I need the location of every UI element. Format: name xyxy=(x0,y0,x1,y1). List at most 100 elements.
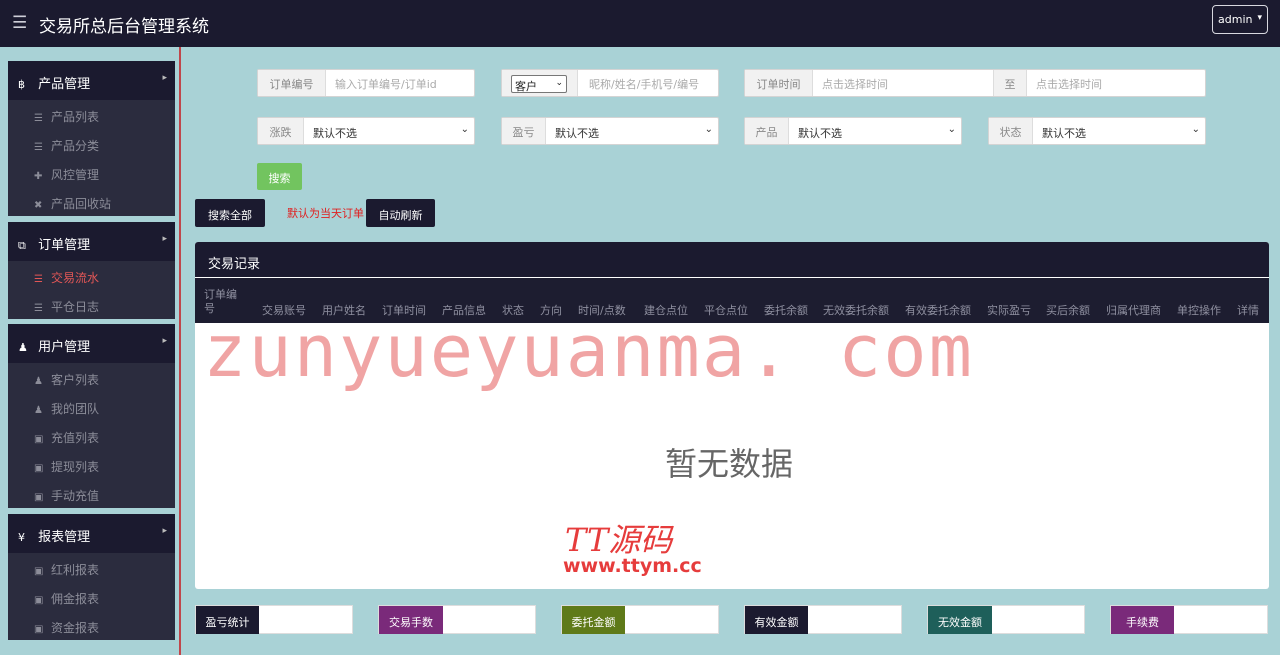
sidebar-item-dividend-report[interactable]: ▣ 红利报表 xyxy=(8,553,175,582)
product-filter: 产品 默认不选 ⌄ xyxy=(744,117,962,145)
watermark-text: zunyueyuanma. com xyxy=(203,309,974,393)
sidebar-item-product-list[interactable]: ☰ 产品列表 xyxy=(8,100,175,129)
group-label: 用户管理 xyxy=(38,340,91,355)
stat-value xyxy=(258,606,352,634)
rise-fall-filter: 涨跌 默认不选 ⌄ xyxy=(257,117,475,145)
sidebar-item-customer-list[interactable]: ♟ 客户列表 xyxy=(8,363,175,392)
search-button[interactable]: 搜索 xyxy=(257,163,302,190)
status-label: 状态 xyxy=(989,118,1033,144)
stat-value xyxy=(991,606,1084,634)
sidebar-group-header-orders[interactable]: ⧉ 订单管理 ▸ xyxy=(8,222,175,261)
sidebar-group-header-reports[interactable]: ¥ 报表管理 ▸ xyxy=(8,514,175,553)
item-label: 平仓日志 xyxy=(51,300,100,314)
sidebar-group-reports: ¥ 报表管理 ▸ ▣ 红利报表 ▣ 佣金报表 ▣ 资金报表 xyxy=(8,514,175,640)
product-value: 默认不选 xyxy=(798,127,842,140)
sidebar-item-product-recycle[interactable]: ✖ 产品回收站 xyxy=(8,187,175,216)
list-icon: ☰ xyxy=(34,274,43,285)
chevron-right-icon: ▸ xyxy=(162,336,167,346)
app-title: 交易所总后台管理系统 xyxy=(39,17,209,37)
tt-logo-url: www.ttym.cc xyxy=(563,555,702,577)
group-label: 订单管理 xyxy=(38,238,91,253)
stat-label: 委托金额 xyxy=(562,606,625,634)
order-time-start-input[interactable]: 点击选择时间 xyxy=(814,70,992,96)
trade-records-panel: 交易记录 订单编号 交易账号 用户姓名 订单时间 产品信息 状态 方向 时间/点… xyxy=(195,242,1269,589)
item-label: 手动充值 xyxy=(51,489,100,503)
order-no-label: 订单编号 xyxy=(258,70,326,96)
auto-refresh-button[interactable]: 自动刷新 xyxy=(366,199,435,227)
chevron-right-icon: ▸ xyxy=(162,526,167,536)
stat-lots: 交易手数 xyxy=(378,605,536,634)
chevron-down-icon: ⌄ xyxy=(704,124,713,135)
hamburger-menu-icon[interactable]: ☰ xyxy=(12,13,27,33)
status-value: 默认不选 xyxy=(1042,127,1086,140)
user-menu-button[interactable]: admin ▾ xyxy=(1212,5,1268,34)
group-label: 报表管理 xyxy=(38,530,91,545)
stat-label: 交易手数 xyxy=(379,606,443,634)
stat-value xyxy=(442,606,535,634)
item-label: 产品列表 xyxy=(51,110,100,124)
sidebar-item-recharge-list[interactable]: ▣ 充值列表 xyxy=(8,421,175,450)
stat-valid-amount: 有效金额 xyxy=(744,605,902,634)
sidebar-item-withdraw-list[interactable]: ▣ 提现列表 xyxy=(8,450,175,479)
sidebar-item-close-log[interactable]: ☰ 平仓日志 xyxy=(8,290,175,319)
chevron-right-icon: ▸ xyxy=(162,73,167,83)
stat-fee: 手续费 xyxy=(1110,605,1268,634)
sidebar-item-fund-report[interactable]: ▣ 资金报表 xyxy=(8,611,175,640)
move-icon: ✚ xyxy=(34,171,43,182)
yen-icon: ¥ xyxy=(18,531,25,544)
profit-label: 盈亏 xyxy=(502,118,546,144)
product-select[interactable]: 默认不选 ⌄ xyxy=(790,118,962,144)
money-icon: ▣ xyxy=(34,595,44,606)
customer-search-input[interactable]: 昵称/姓名/手机号/编号 xyxy=(581,70,719,96)
list-icon: ☰ xyxy=(34,113,43,124)
sidebar-group-header-users[interactable]: ♟ 用户管理 ▸ xyxy=(8,324,175,363)
search-all-button[interactable]: 搜索全部 xyxy=(195,199,265,227)
column-header: 详情 xyxy=(1237,304,1259,317)
item-label: 产品分类 xyxy=(51,139,100,153)
rise-fall-select[interactable]: 默认不选 ⌄ xyxy=(305,118,475,144)
stat-profit: 盈亏统计 xyxy=(195,605,353,634)
order-time-label: 订单时间 xyxy=(745,70,813,96)
customer-type-select[interactable]: 客户 ⌄ xyxy=(511,75,567,93)
sidebar-group-orders: ⧉ 订单管理 ▸ ☰ 交易流水 ☰ 平仓日志 xyxy=(8,222,175,319)
stat-entrust-amount: 委托金额 xyxy=(561,605,719,634)
money-icon: ▣ xyxy=(34,566,44,577)
chevron-down-icon: ⌄ xyxy=(555,78,563,88)
sidebar-group-header-products[interactable]: ฿ 产品管理 ▸ xyxy=(8,61,175,100)
order-no-filter: 订单编号 输入订单编号/订单id xyxy=(257,69,475,97)
sidebar-item-my-team[interactable]: ♟ 我的团队 xyxy=(8,392,175,421)
stat-value xyxy=(624,606,718,634)
rise-fall-value: 默认不选 xyxy=(313,127,357,140)
column-header: 单控操作 xyxy=(1177,304,1221,317)
list-icon: ☰ xyxy=(34,142,43,153)
customer-select-wrap: 客户 ⌄ xyxy=(502,70,578,96)
panel-title: 交易记录 xyxy=(195,242,1269,277)
order-time-to-label: 至 xyxy=(993,70,1027,96)
sidebar-group-products: ฿ 产品管理 ▸ ☰ 产品列表 ☰ 产品分类 ✚ 风控管理 ✖ 产品回收站 xyxy=(8,61,175,216)
order-time-end-input[interactable]: 点击选择时间 xyxy=(1028,70,1206,96)
customer-filter: 客户 ⌄ 昵称/姓名/手机号/编号 xyxy=(501,69,719,97)
sidebar-item-trade-flow[interactable]: ☰ 交易流水 xyxy=(8,261,175,290)
item-label: 提现列表 xyxy=(51,460,100,474)
money-icon: ▣ xyxy=(34,492,44,503)
user-icon: ♟ xyxy=(18,341,28,354)
chevron-down-icon: ⌄ xyxy=(1191,124,1200,135)
profit-select[interactable]: 默认不选 ⌄ xyxy=(547,118,719,144)
chevron-right-icon: ▸ xyxy=(162,234,167,244)
top-bar: ☰ 交易所总后台管理系统 admin ▾ xyxy=(0,0,1280,47)
sidebar-item-manual-recharge[interactable]: ▣ 手动充值 xyxy=(8,479,175,508)
sidebar-item-risk-control[interactable]: ✚ 风控管理 xyxy=(8,158,175,187)
order-no-input[interactable]: 输入订单编号/订单id xyxy=(327,70,475,96)
team-icon: ♟ xyxy=(34,405,43,416)
user-name: admin xyxy=(1218,13,1253,26)
money-icon: ▣ xyxy=(34,434,44,445)
user-icon: ♟ xyxy=(34,376,43,387)
status-select[interactable]: 默认不选 ⌄ xyxy=(1034,118,1206,144)
bitcoin-icon: ฿ xyxy=(18,78,25,91)
stat-value xyxy=(807,606,901,634)
sidebar-item-commission-report[interactable]: ▣ 佣金报表 xyxy=(8,582,175,611)
sidebar-item-product-category[interactable]: ☰ 产品分类 xyxy=(8,129,175,158)
chevron-down-icon: ⌄ xyxy=(947,124,956,135)
stat-label: 无效金额 xyxy=(928,606,992,634)
status-filter: 状态 默认不选 ⌄ xyxy=(988,117,1206,145)
